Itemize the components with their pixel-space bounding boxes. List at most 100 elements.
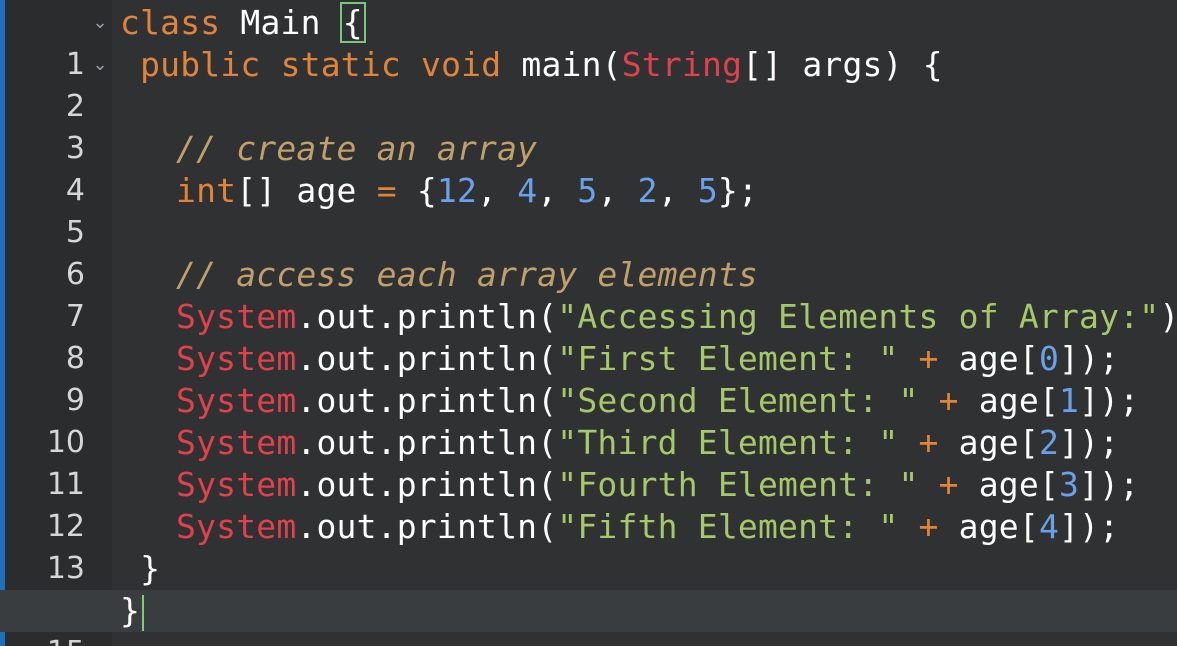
- code-text: class Main {: [120, 2, 366, 44]
- code-line-4[interactable]: 4 // create an array: [0, 128, 1177, 208]
- brace-close: };: [717, 171, 759, 210]
- variable-decl: [] age: [236, 171, 377, 210]
- call-close: ]);: [1059, 339, 1120, 378]
- operator-equals: =: [376, 171, 397, 210]
- array-access: age[: [958, 465, 1060, 504]
- code-text: }: [120, 590, 145, 632]
- array-access: age[: [958, 381, 1060, 420]
- operator-plus: +: [918, 339, 939, 378]
- comment: // create an array: [176, 129, 538, 168]
- class-system: System: [176, 339, 297, 378]
- class-name: Main: [220, 3, 341, 42]
- code-line-9[interactable]: 9 System.out.println("First Element: " +…: [0, 338, 1177, 418]
- code-line-15[interactable]: 15 }: [0, 590, 1177, 646]
- string-literal: "Fifth Element: ": [557, 507, 899, 546]
- string-literal: "Accessing Elements of Array:": [557, 297, 1160, 336]
- code-text: System.out.println("Fourth Element: " + …: [176, 464, 1139, 506]
- keyword-void: void: [421, 45, 502, 84]
- array-index: 0: [1038, 339, 1060, 378]
- code-line-12[interactable]: 12 System.out.println("Fourth Element: "…: [0, 464, 1177, 544]
- line-number: 15: [5, 632, 85, 646]
- class-system: System: [176, 297, 297, 336]
- comma: ,: [657, 171, 698, 210]
- method-call: .out.println(: [296, 423, 558, 462]
- chevron-down-icon[interactable]: ⌄: [90, 2, 110, 44]
- call-close: ]);: [1079, 465, 1140, 504]
- chevron-down-icon[interactable]: ⌄: [90, 44, 110, 86]
- class-system: System: [176, 381, 297, 420]
- call-close: ]);: [1059, 507, 1120, 546]
- class-system: System: [176, 423, 297, 462]
- number-literal: 2: [637, 171, 658, 210]
- array-index: 4: [1038, 507, 1060, 546]
- number-literal: 5: [577, 171, 598, 210]
- code-text: System.out.println("Fifth Element: " + a…: [176, 506, 1119, 548]
- operator-plus: +: [918, 423, 939, 462]
- code-line-13[interactable]: 13 System.out.println("Fifth Element: " …: [0, 506, 1177, 586]
- keyword-public: public: [140, 45, 261, 84]
- operator-plus: +: [938, 381, 959, 420]
- string-literal: "Fourth Element: ": [557, 465, 919, 504]
- array-index: 1: [1059, 381, 1080, 420]
- keyword-int: int: [176, 171, 237, 210]
- code-line-14[interactable]: 14 }: [0, 548, 1177, 628]
- number-literal: 5: [697, 171, 718, 210]
- string-literal: "Third Element: ": [557, 423, 899, 462]
- code-line-8[interactable]: 8 System.out.println("Accessing Elements…: [0, 296, 1177, 376]
- code-text: int[] age = {12, 4, 5, 2, 5};: [176, 170, 758, 212]
- method-call: .out.println(: [296, 381, 558, 420]
- class-system: System: [176, 507, 297, 546]
- text-cursor: [142, 594, 145, 631]
- method-call: .out.println(: [296, 339, 558, 378]
- number-literal: 12: [436, 171, 478, 210]
- string-literal: "First Element: ": [557, 339, 899, 378]
- code-text: // create an array: [176, 128, 537, 170]
- brace-close: }: [120, 549, 161, 588]
- code-text: System.out.println("Second Element: " + …: [176, 380, 1139, 422]
- array-access: age[: [938, 507, 1039, 546]
- code-line-1[interactable]: 1 ⌄ class Main {: [0, 2, 1177, 82]
- type-string: String: [621, 45, 743, 84]
- array-index: 3: [1059, 465, 1080, 504]
- code-editor[interactable]: 1 ⌄ class Main { 2 ⌄ public static void …: [0, 0, 1177, 646]
- code-line-3[interactable]: 3: [0, 86, 1177, 166]
- code-text: System.out.println("First Element: " + a…: [176, 338, 1119, 380]
- method-name: main(: [501, 45, 622, 84]
- class-system: System: [176, 465, 297, 504]
- brace-open: {: [396, 171, 437, 210]
- code-line-5[interactable]: 5 int[] age = {12, 4, 5, 2, 5};: [0, 170, 1177, 250]
- keyword-class: class: [120, 3, 221, 42]
- code-text: System.out.println("Accessing Elements o…: [176, 296, 1177, 338]
- operator-plus: +: [918, 507, 939, 546]
- code-text: System.out.println("Third Element: " + a…: [176, 422, 1119, 464]
- keyword-static: static: [280, 45, 401, 84]
- code-line-10[interactable]: 10 System.out.println("Second Element: "…: [0, 380, 1177, 460]
- call-close: ]);: [1079, 381, 1140, 420]
- code-line-2[interactable]: 2 ⌄ public static void main(String[] arg…: [0, 44, 1177, 124]
- comma: ,: [477, 171, 518, 210]
- matching-brace: {: [339, 2, 366, 43]
- string-literal: "Second Element: ": [557, 381, 919, 420]
- call-close: );: [1159, 297, 1177, 336]
- method-call: .out.println(: [296, 465, 558, 504]
- code-line-7[interactable]: 7 // access each array elements: [0, 254, 1177, 334]
- operator-plus: +: [938, 465, 959, 504]
- method-call: .out.println(: [296, 507, 558, 546]
- array-access: age[: [938, 339, 1039, 378]
- code-text: public static void main(String[] args) {: [120, 44, 943, 86]
- code-text: // access each array elements: [176, 254, 758, 296]
- call-close: ]);: [1059, 423, 1120, 462]
- comment: // access each array elements: [176, 255, 758, 294]
- array-access: age[: [938, 423, 1039, 462]
- method-call: .out.println(: [296, 297, 558, 336]
- comma: ,: [597, 171, 638, 210]
- code-line-11[interactable]: 11 System.out.println("Third Element: " …: [0, 422, 1177, 502]
- code-text: }: [120, 548, 160, 590]
- method-params: [] args) {: [742, 45, 943, 84]
- number-literal: 4: [517, 171, 538, 210]
- code-line-6[interactable]: 6: [0, 212, 1177, 292]
- array-index: 2: [1038, 423, 1060, 462]
- brace-close: }: [120, 591, 141, 630]
- comma: ,: [537, 171, 578, 210]
